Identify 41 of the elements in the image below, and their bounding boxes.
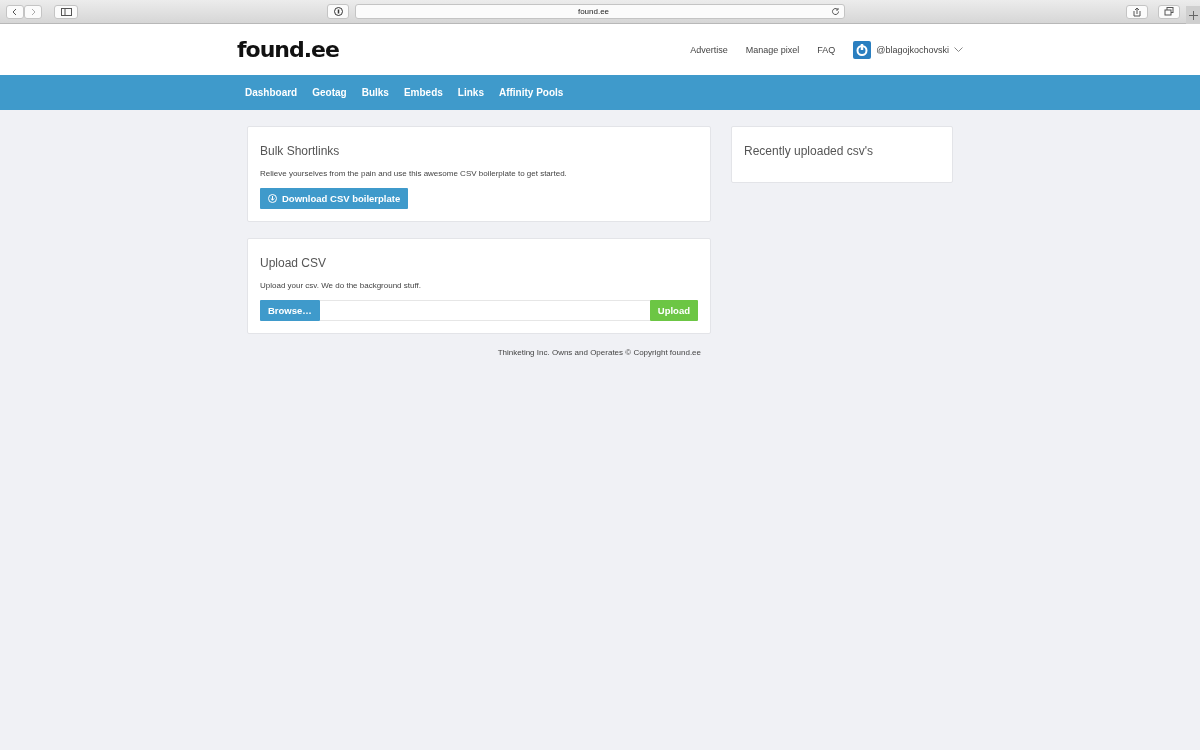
header-link[interactable]: FAQ: [817, 44, 836, 55]
share-button[interactable]: [1126, 4, 1148, 19]
url-text: found.ee: [576, 7, 611, 16]
footer-text: Thinketing Inc. Owns and Operates © Copyright found.ee: [496, 348, 702, 357]
download-icon: [268, 194, 277, 203]
file-path-field[interactable]: [319, 300, 650, 321]
forward-button[interactable]: [24, 4, 42, 19]
chevron-right-icon: [29, 7, 37, 16]
chevron-left-icon: [11, 7, 19, 16]
chevron-down-icon[interactable]: [954, 47, 963, 52]
nav-link[interactable]: Affinity Pools: [498, 87, 564, 98]
user-avatar-icon[interactable]: [853, 40, 872, 59]
card-title: Bulk Shortlinks: [260, 144, 341, 158]
nav-link[interactable]: Embeds: [403, 87, 443, 98]
header-link[interactable]: Advertise: [690, 44, 728, 55]
card-title: Upload CSV: [260, 256, 328, 270]
tabs-icon: [1164, 7, 1174, 16]
card-description: Upload your csv. We do the background stuff.: [260, 281, 422, 290]
reload-icon[interactable]: [831, 7, 840, 16]
sidebar-button[interactable]: [54, 4, 78, 19]
browse-button[interactable]: Browse…: [260, 300, 320, 321]
address-bar[interactable]: found.ee: [355, 4, 845, 19]
new-tab-button[interactable]: [1186, 6, 1200, 24]
nav-link[interactable]: Bulks: [361, 87, 389, 98]
upload-button[interactable]: Upload: [649, 300, 698, 321]
header-link[interactable]: Manage pixel: [745, 44, 800, 55]
user-menu-link[interactable]: @blagojkochovski: [876, 44, 949, 55]
tabs-button[interactable]: [1158, 4, 1180, 19]
plus-icon: [1188, 10, 1198, 20]
nav-link[interactable]: Links: [457, 87, 484, 98]
site-info-button[interactable]: [327, 4, 349, 19]
card-title: Recently uploaded csv's: [744, 144, 875, 158]
back-button[interactable]: [6, 4, 24, 19]
site-logo[interactable]: found.ee: [237, 37, 339, 62]
nav-link[interactable]: Dashboard: [245, 87, 298, 98]
download-button[interactable]: Download CSV boilerplate: [260, 188, 409, 209]
share-icon: [1133, 6, 1141, 17]
card-description: Relieve yourselves from the pain and use this awesome CSV boilerplate to get started.: [260, 169, 568, 178]
sidebar-icon: [60, 7, 72, 16]
nav-link[interactable]: Geotag: [312, 87, 347, 98]
info-icon: [333, 7, 343, 16]
